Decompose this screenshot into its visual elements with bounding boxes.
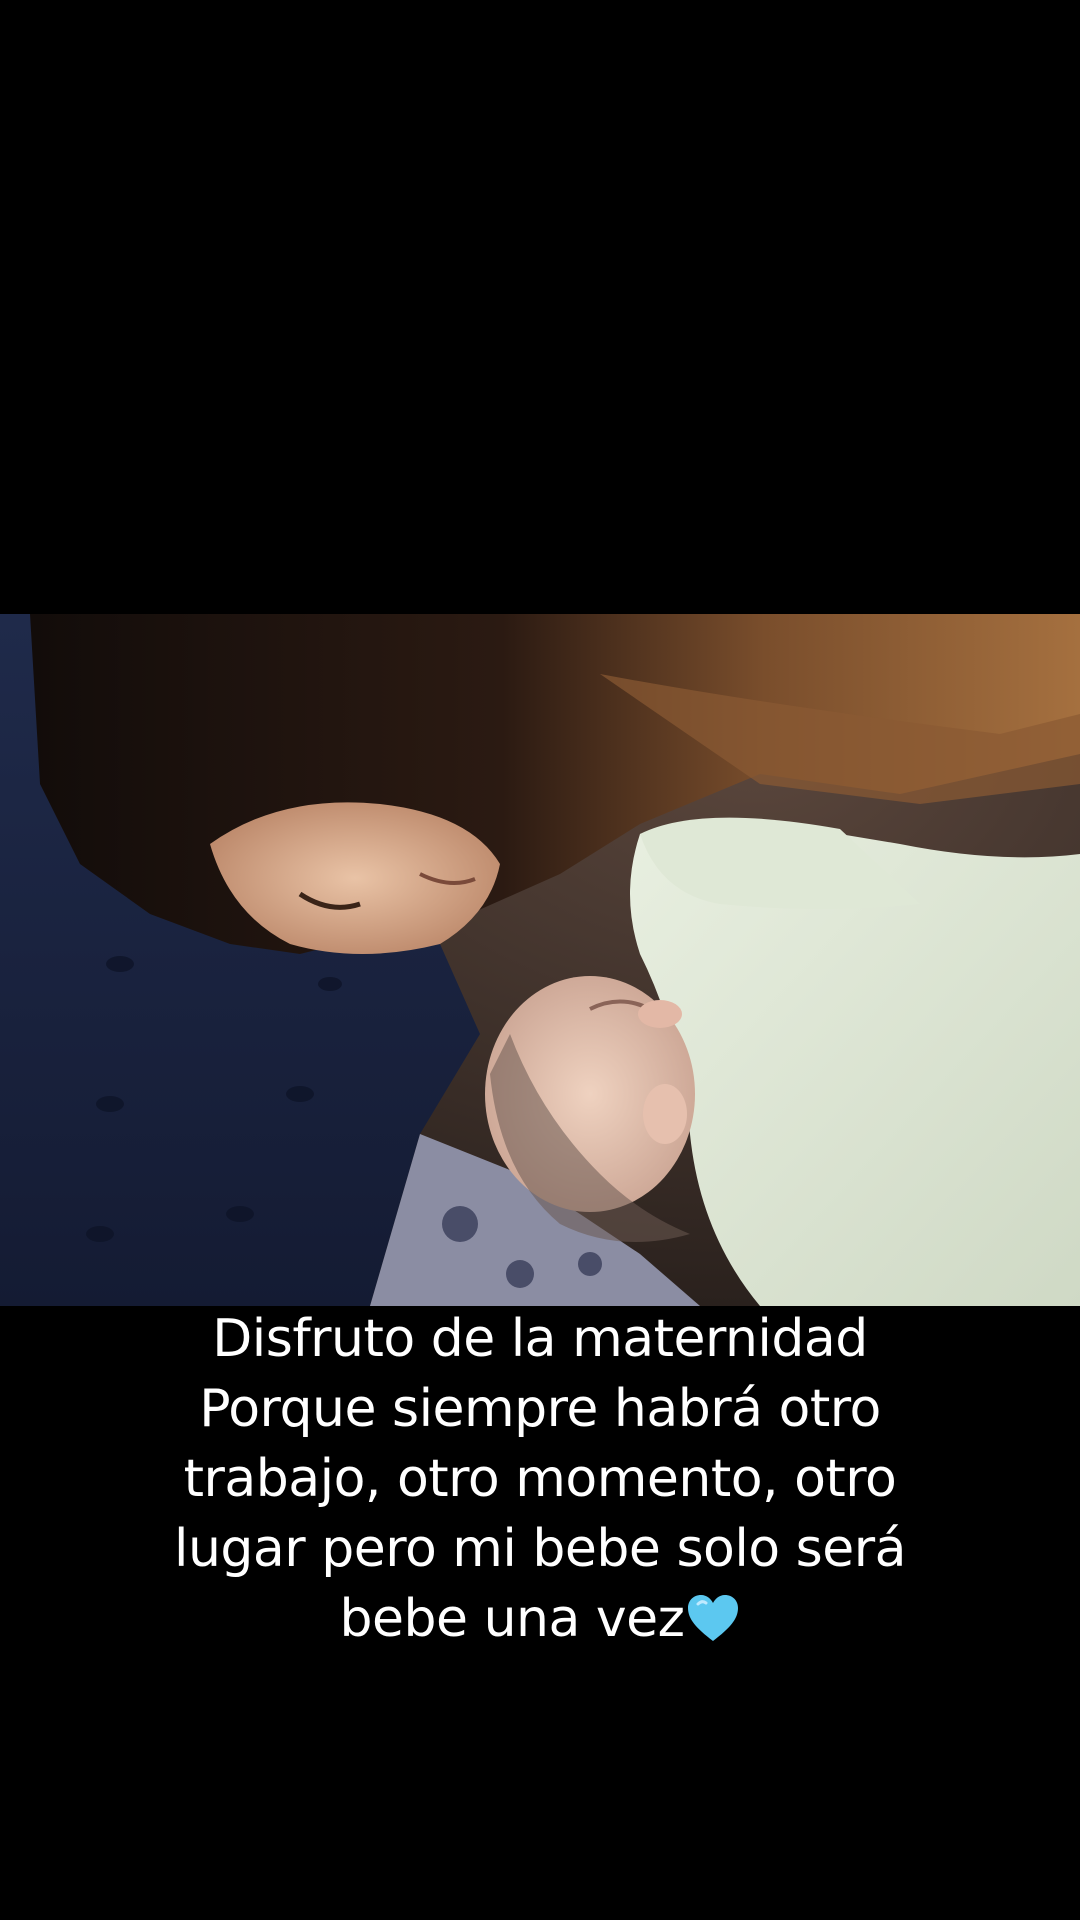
photo-mother-and-baby [0,614,1080,1306]
caption-text: Disfruto de la maternidad Porque siempre… [0,1304,1080,1654]
caption-line-5-text: bebe una vez [339,1589,685,1649]
light-blue-heart-icon [688,1595,739,1641]
caption-line-4: lugar pero mi bebe solo será [174,1519,906,1579]
caption-line-5: bebe una vez [0,1584,1080,1654]
caption-line-3: trabajo, otro momento, otro [183,1449,897,1509]
caption-line-1: Disfruto de la maternidad [212,1309,868,1369]
photo-illustration [0,614,1080,1306]
caption-line-2: Porque siempre habrá otro [199,1379,881,1439]
